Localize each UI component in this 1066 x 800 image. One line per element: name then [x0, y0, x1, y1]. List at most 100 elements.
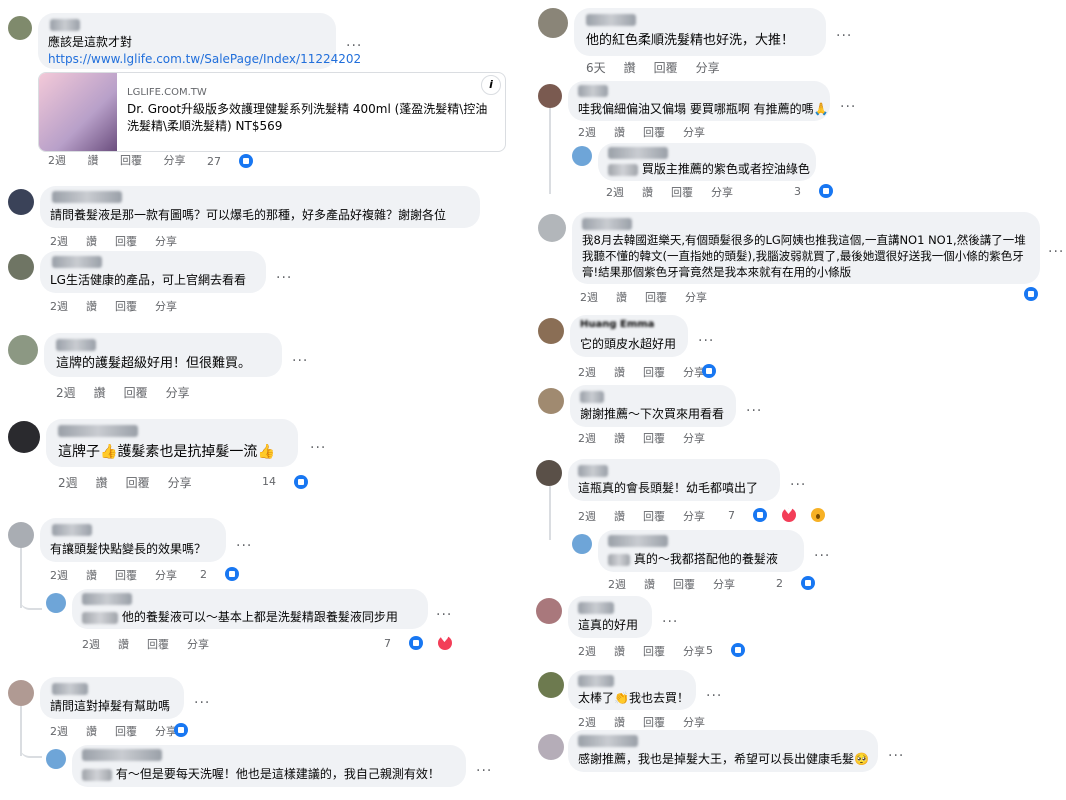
link-preview-card[interactable]: LGLIFE.COM.TW Dr. Groot升級版多效護理健髮系列洗髮精 40…	[38, 72, 506, 152]
like-link[interactable]: 讚	[86, 235, 97, 248]
like-link[interactable]: 讚	[614, 645, 625, 658]
avatar[interactable]	[8, 421, 40, 453]
avatar[interactable]	[46, 749, 66, 769]
avatar[interactable]	[8, 254, 34, 280]
timestamp[interactable]: 2週	[578, 432, 596, 445]
commenter-name[interactable]	[578, 85, 608, 97]
share-link[interactable]: 分享	[164, 154, 186, 167]
share-link[interactable]: 分享	[155, 569, 177, 582]
like-link[interactable]: 讚	[644, 578, 655, 591]
share-link[interactable]: 分享	[683, 716, 705, 729]
reply-link[interactable]: 回覆	[115, 569, 137, 582]
timestamp[interactable]: 2週	[50, 300, 68, 313]
commenter-name[interactable]	[578, 675, 614, 687]
timestamp[interactable]: 6天	[586, 61, 606, 75]
timestamp[interactable]: 2週	[58, 476, 78, 490]
more-options-icon[interactable]: ...	[436, 603, 452, 619]
reply-link[interactable]: 回覆	[643, 126, 665, 139]
commenter-name[interactable]: Huang Emma	[580, 319, 654, 330]
more-options-icon[interactable]: ...	[194, 691, 210, 707]
like-link[interactable]: 讚	[614, 510, 625, 523]
avatar[interactable]	[8, 335, 38, 365]
share-link[interactable]: 分享	[711, 186, 733, 199]
reply-link[interactable]: 回覆	[115, 725, 137, 738]
like-link[interactable]: 讚	[616, 291, 627, 304]
more-options-icon[interactable]: ...	[476, 759, 492, 775]
more-options-icon[interactable]: ...	[814, 544, 830, 560]
timestamp[interactable]: 2週	[606, 186, 624, 199]
reply-link[interactable]: 回覆	[673, 578, 695, 591]
timestamp[interactable]: 2週	[578, 366, 596, 379]
share-link[interactable]: 分享	[683, 432, 705, 445]
commenter-name[interactable]	[578, 465, 608, 477]
more-options-icon[interactable]: ...	[310, 436, 326, 452]
share-link[interactable]: 分享	[155, 300, 177, 313]
reply-link[interactable]: 回覆	[643, 432, 665, 445]
like-link[interactable]: 讚	[88, 154, 99, 167]
more-options-icon[interactable]: ...	[706, 684, 722, 700]
mentioned-name[interactable]	[82, 611, 118, 624]
avatar[interactable]	[538, 734, 564, 760]
mentioned-name[interactable]	[608, 163, 638, 176]
avatar[interactable]	[536, 598, 562, 624]
commenter-name[interactable]	[582, 218, 632, 230]
like-link[interactable]: 讚	[96, 476, 108, 490]
like-link[interactable]: 讚	[614, 716, 625, 729]
avatar[interactable]	[538, 84, 562, 108]
share-link[interactable]: 分享	[155, 235, 177, 248]
avatar[interactable]	[572, 534, 592, 554]
timestamp[interactable]: 2週	[82, 638, 100, 651]
like-link[interactable]: 讚	[624, 61, 636, 75]
mentioned-name[interactable]	[82, 768, 112, 781]
more-options-icon[interactable]: ...	[840, 95, 856, 111]
avatar[interactable]	[572, 146, 592, 166]
share-link[interactable]: 分享	[685, 291, 707, 304]
commenter-name[interactable]	[58, 425, 138, 437]
share-link[interactable]: 分享	[166, 386, 190, 400]
reply-link[interactable]: 回覆	[115, 235, 137, 248]
reply-link[interactable]: 回覆	[671, 186, 693, 199]
timestamp[interactable]: 2週	[578, 645, 596, 658]
reply-link[interactable]: 回覆	[643, 366, 665, 379]
share-link[interactable]: 分享	[713, 578, 735, 591]
info-icon[interactable]: i	[481, 75, 501, 95]
avatar[interactable]	[538, 318, 564, 344]
timestamp[interactable]: 2週	[608, 578, 626, 591]
share-link[interactable]: 分享	[683, 126, 705, 139]
like-link[interactable]: 讚	[86, 300, 97, 313]
mentioned-name[interactable]	[608, 553, 630, 566]
commenter-name[interactable]	[82, 593, 132, 605]
commenter-name[interactable]	[586, 14, 636, 26]
more-options-icon[interactable]: ...	[698, 329, 714, 345]
timestamp[interactable]: 2週	[578, 716, 596, 729]
reply-link[interactable]: 回覆	[124, 386, 148, 400]
like-link[interactable]: 讚	[642, 186, 653, 199]
avatar[interactable]	[536, 460, 562, 486]
avatar[interactable]	[8, 680, 34, 706]
like-link[interactable]: 讚	[614, 432, 625, 445]
more-options-icon[interactable]: ...	[888, 744, 904, 760]
more-options-icon[interactable]: ...	[236, 534, 252, 550]
commenter-name[interactable]	[580, 391, 604, 403]
reply-link[interactable]: 回覆	[115, 300, 137, 313]
commenter-name[interactable]	[52, 524, 92, 536]
like-link[interactable]: 讚	[86, 569, 97, 582]
commenter-name[interactable]	[608, 535, 668, 547]
commenter-name[interactable]	[52, 683, 88, 695]
more-options-icon[interactable]: ...	[346, 34, 362, 50]
reply-link[interactable]: 回覆	[643, 510, 665, 523]
share-link[interactable]: 分享	[683, 510, 705, 523]
share-link[interactable]: 分享	[187, 638, 209, 651]
timestamp[interactable]: 2週	[580, 291, 598, 304]
reply-link[interactable]: 回覆	[643, 645, 665, 658]
reply-link[interactable]: 回覆	[126, 476, 150, 490]
reply-link[interactable]: 回覆	[645, 291, 667, 304]
commenter-name[interactable]	[56, 339, 96, 351]
commenter-name[interactable]	[82, 749, 162, 761]
commenter-name[interactable]	[608, 147, 668, 159]
reply-link[interactable]: 回覆	[120, 154, 142, 167]
comment-link[interactable]: https://www.lglife.com.tw/SalePage/Index…	[48, 50, 361, 68]
reply-link[interactable]: 回覆	[654, 61, 678, 75]
share-link[interactable]: 分享	[683, 645, 705, 658]
like-link[interactable]: 讚	[614, 126, 625, 139]
